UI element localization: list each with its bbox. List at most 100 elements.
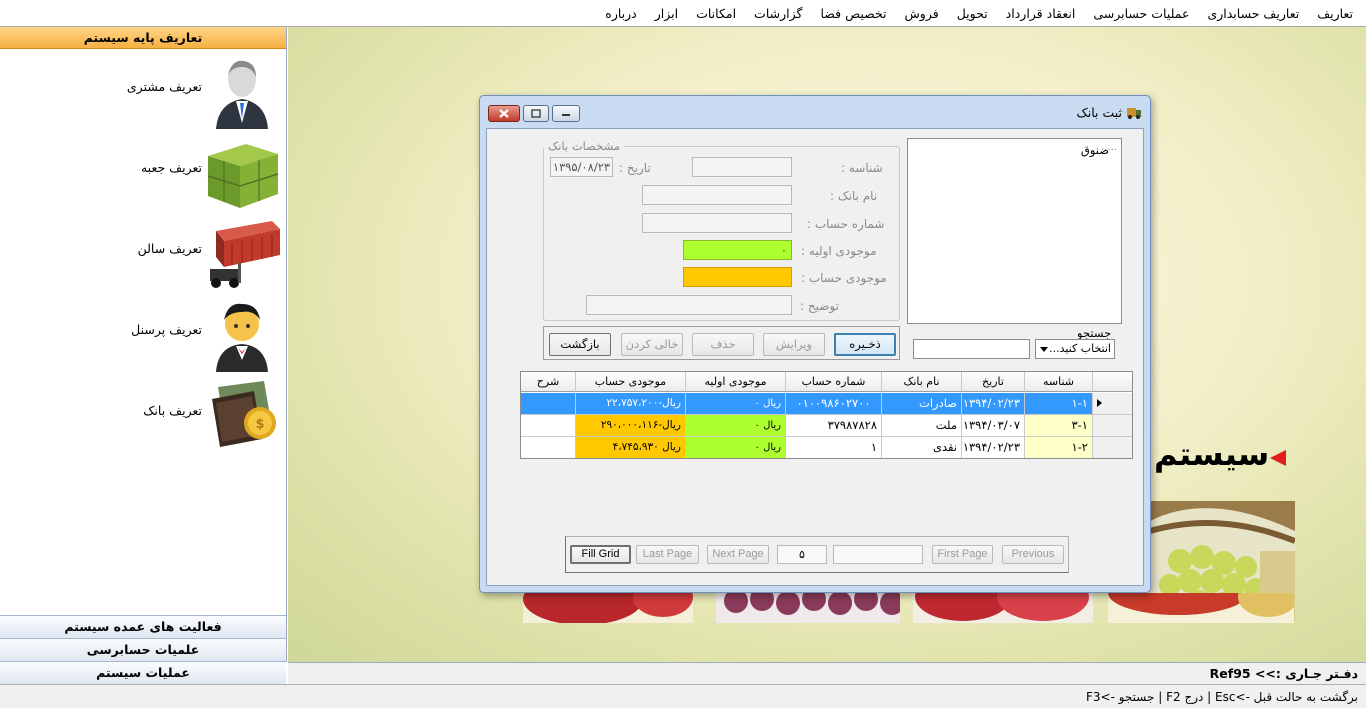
action-toolbar: ذخـیره ویرایش حذف خالی کردن بازگشت xyxy=(543,326,900,360)
search-field-select[interactable]: انتخاب کنید... xyxy=(1035,339,1115,359)
table-cell[interactable]: ریال ۰ xyxy=(686,437,786,458)
search-field-value: انتخاب کنید... xyxy=(1049,342,1111,355)
grid-row-selector[interactable] xyxy=(1093,415,1132,437)
nav-item-customer[interactable]: تعریف مشتری xyxy=(0,51,286,131)
id-field[interactable] xyxy=(692,157,792,177)
grid-row-selector[interactable] xyxy=(1093,437,1132,458)
table-cell[interactable]: ۱-۱ xyxy=(1025,393,1093,415)
bank-registration-window: ثبت بانک مشخصات بانک شناسه : تاریخ : ۱۳۹… xyxy=(479,95,1151,593)
table-cell[interactable]: ۱۳۹۴/۰۳/۰۷ xyxy=(962,415,1025,437)
bank-tree-view[interactable]: ..... صنوق xyxy=(907,138,1122,324)
purple-grapes-image xyxy=(716,593,900,623)
table-cell[interactable] xyxy=(521,437,576,458)
grid-col-id[interactable]: شناسه xyxy=(1025,372,1093,392)
menu-space-allocation[interactable]: تخصیص فضا xyxy=(811,0,895,27)
menu-facilities[interactable]: امکانات xyxy=(687,0,745,27)
nav-group-major-activities[interactable]: فعالیت های عمده سیستم xyxy=(0,615,286,639)
table-cell[interactable] xyxy=(521,393,576,415)
keyboard-hints: برگشت به حالت قبل ->Esc | درج F2 | جستجو… xyxy=(0,684,1366,708)
grid-col-account-balance[interactable]: موجودی حساب xyxy=(576,372,686,392)
red-apple-image xyxy=(913,593,1093,623)
initial-balance-label: موجودی اولیه : xyxy=(801,244,877,258)
last-page-button[interactable]: Last Page xyxy=(636,545,699,564)
main-menu-bar: تعاریف تعاریف حسابداری عملیات حسابرسی ان… xyxy=(0,0,1366,27)
tree-node-fund[interactable]: صنوق xyxy=(1081,143,1109,157)
app-icon xyxy=(1127,108,1141,119)
menu-contracts[interactable]: انعقاد قرارداد xyxy=(997,0,1085,27)
nav-item-label: تعریف پرسنل xyxy=(131,322,202,337)
table-cell[interactable] xyxy=(521,415,576,437)
search-input[interactable] xyxy=(913,339,1030,359)
nav-item-box[interactable]: تعریف جعبه xyxy=(0,132,286,212)
next-page-button[interactable]: Next Page xyxy=(707,545,769,564)
red-fruit-image xyxy=(523,593,693,623)
wallet-coin-icon: $ xyxy=(212,381,276,447)
red-arrow-icon xyxy=(1270,450,1286,466)
nav-item-hall[interactable]: تعریف سالن xyxy=(0,213,286,293)
table-cell[interactable]: ریال-۲۲،۷۵۷،۲۰۰ xyxy=(576,393,686,415)
bank-details-legend: مشخصات بانک xyxy=(548,139,620,153)
account-balance-label: موجودی حساب : xyxy=(801,271,887,285)
previous-page-button[interactable]: Previous xyxy=(1002,545,1064,564)
container-forklift-icon xyxy=(210,221,280,288)
fruit-image xyxy=(1108,593,1294,623)
maximize-button[interactable] xyxy=(523,105,549,122)
grid-col-account-number[interactable]: شماره حساب xyxy=(786,372,882,392)
grid-col-initial-balance[interactable]: موجودی اولیه xyxy=(686,372,786,392)
description-field[interactable] xyxy=(586,295,792,315)
save-button[interactable]: ذخـیره xyxy=(834,333,896,356)
menu-tools[interactable]: ابزار xyxy=(646,0,687,27)
table-cell[interactable]: ۱-۲ xyxy=(1025,437,1093,458)
table-cell[interactable]: ۰۱۰۰۹۸۶۰۲۷۰۰ xyxy=(786,393,882,415)
first-page-button[interactable]: First Page xyxy=(932,545,993,564)
table-cell[interactable]: نقدی xyxy=(882,437,962,458)
menu-delivery[interactable]: تحویل xyxy=(948,0,997,27)
page-size-field[interactable]: ۵ xyxy=(777,545,827,564)
back-button[interactable]: بازگشت xyxy=(549,333,611,356)
desktop-title: سیستم xyxy=(1154,435,1270,473)
table-cell[interactable]: ریال ۴،۷۴۵،۹۳۰ xyxy=(576,437,686,458)
nav-item-bank[interactable]: تعریف بانک $ xyxy=(0,375,286,455)
menu-accounting-definitions[interactable]: تعاریف حسابداری xyxy=(1198,0,1308,27)
table-cell[interactable]: ریال-۲۹۰،۰۰۰،۱۱۶ xyxy=(576,415,686,437)
table-cell[interactable]: ریال ۰ xyxy=(686,393,786,415)
initial-balance-field[interactable]: ۰ xyxy=(683,240,792,260)
menu-about[interactable]: درباره xyxy=(596,0,645,27)
table-cell[interactable]: ۳-۱ xyxy=(1025,415,1093,437)
clear-button[interactable]: خالی کردن xyxy=(621,333,683,356)
id-label: شناسه : xyxy=(841,161,883,175)
table-cell[interactable]: ۳۷۹۸۷۸۲۸ xyxy=(786,415,882,437)
date-label: تاریخ : xyxy=(619,161,651,175)
menu-sales[interactable]: فروش xyxy=(896,0,948,27)
account-balance-field[interactable] xyxy=(683,267,792,287)
grid-col-date[interactable]: تاریخ xyxy=(962,372,1025,392)
grid-col-bank-name[interactable]: نام بانک xyxy=(882,372,962,392)
bank-name-field[interactable] xyxy=(642,185,792,205)
table-cell[interactable]: ۱۳۹۴/۰۲/۲۳ xyxy=(962,393,1025,415)
table-cell[interactable]: ۱۳۹۴/۰۲/۲۳ xyxy=(962,437,1025,458)
nav-header-basic-definitions[interactable]: تعاریف پایه سیستم xyxy=(0,27,286,49)
table-cell[interactable]: ریال ۰ xyxy=(686,415,786,437)
account-number-label: شماره حساب : xyxy=(807,217,885,231)
chevron-down-icon xyxy=(1040,347,1048,352)
menu-audit-operations[interactable]: عملیات حسابرسی xyxy=(1084,0,1198,27)
table-cell[interactable]: صادرات xyxy=(882,393,962,415)
nav-group-audit[interactable]: علمیات حسابرسی xyxy=(0,638,286,662)
delete-button[interactable]: حذف xyxy=(692,333,754,356)
table-cell[interactable]: ۱ xyxy=(786,437,882,458)
grid-row-selector[interactable] xyxy=(1093,393,1132,415)
menu-definitions[interactable]: تعاریف xyxy=(1308,0,1362,27)
nav-group-system-operations[interactable]: عملیات سیستم xyxy=(0,661,286,685)
fill-grid-button[interactable]: Fill Grid xyxy=(570,545,631,564)
grid-col-description[interactable]: شرح xyxy=(521,372,576,392)
date-field[interactable]: ۱۳۹۵/۰۸/۲۳ xyxy=(550,157,613,177)
minimize-button[interactable] xyxy=(552,105,580,122)
table-cell[interactable]: ملت xyxy=(882,415,962,437)
menu-reports[interactable]: گزارشات xyxy=(745,0,811,27)
account-number-field[interactable] xyxy=(642,213,792,233)
nav-item-personnel[interactable]: تعریف پرسنل xyxy=(0,294,286,374)
close-button[interactable] xyxy=(488,105,520,122)
edit-button[interactable]: ویرایش xyxy=(763,333,825,356)
crates-icon xyxy=(207,144,279,208)
window-title-bar[interactable]: ثبت بانک xyxy=(480,96,1150,128)
